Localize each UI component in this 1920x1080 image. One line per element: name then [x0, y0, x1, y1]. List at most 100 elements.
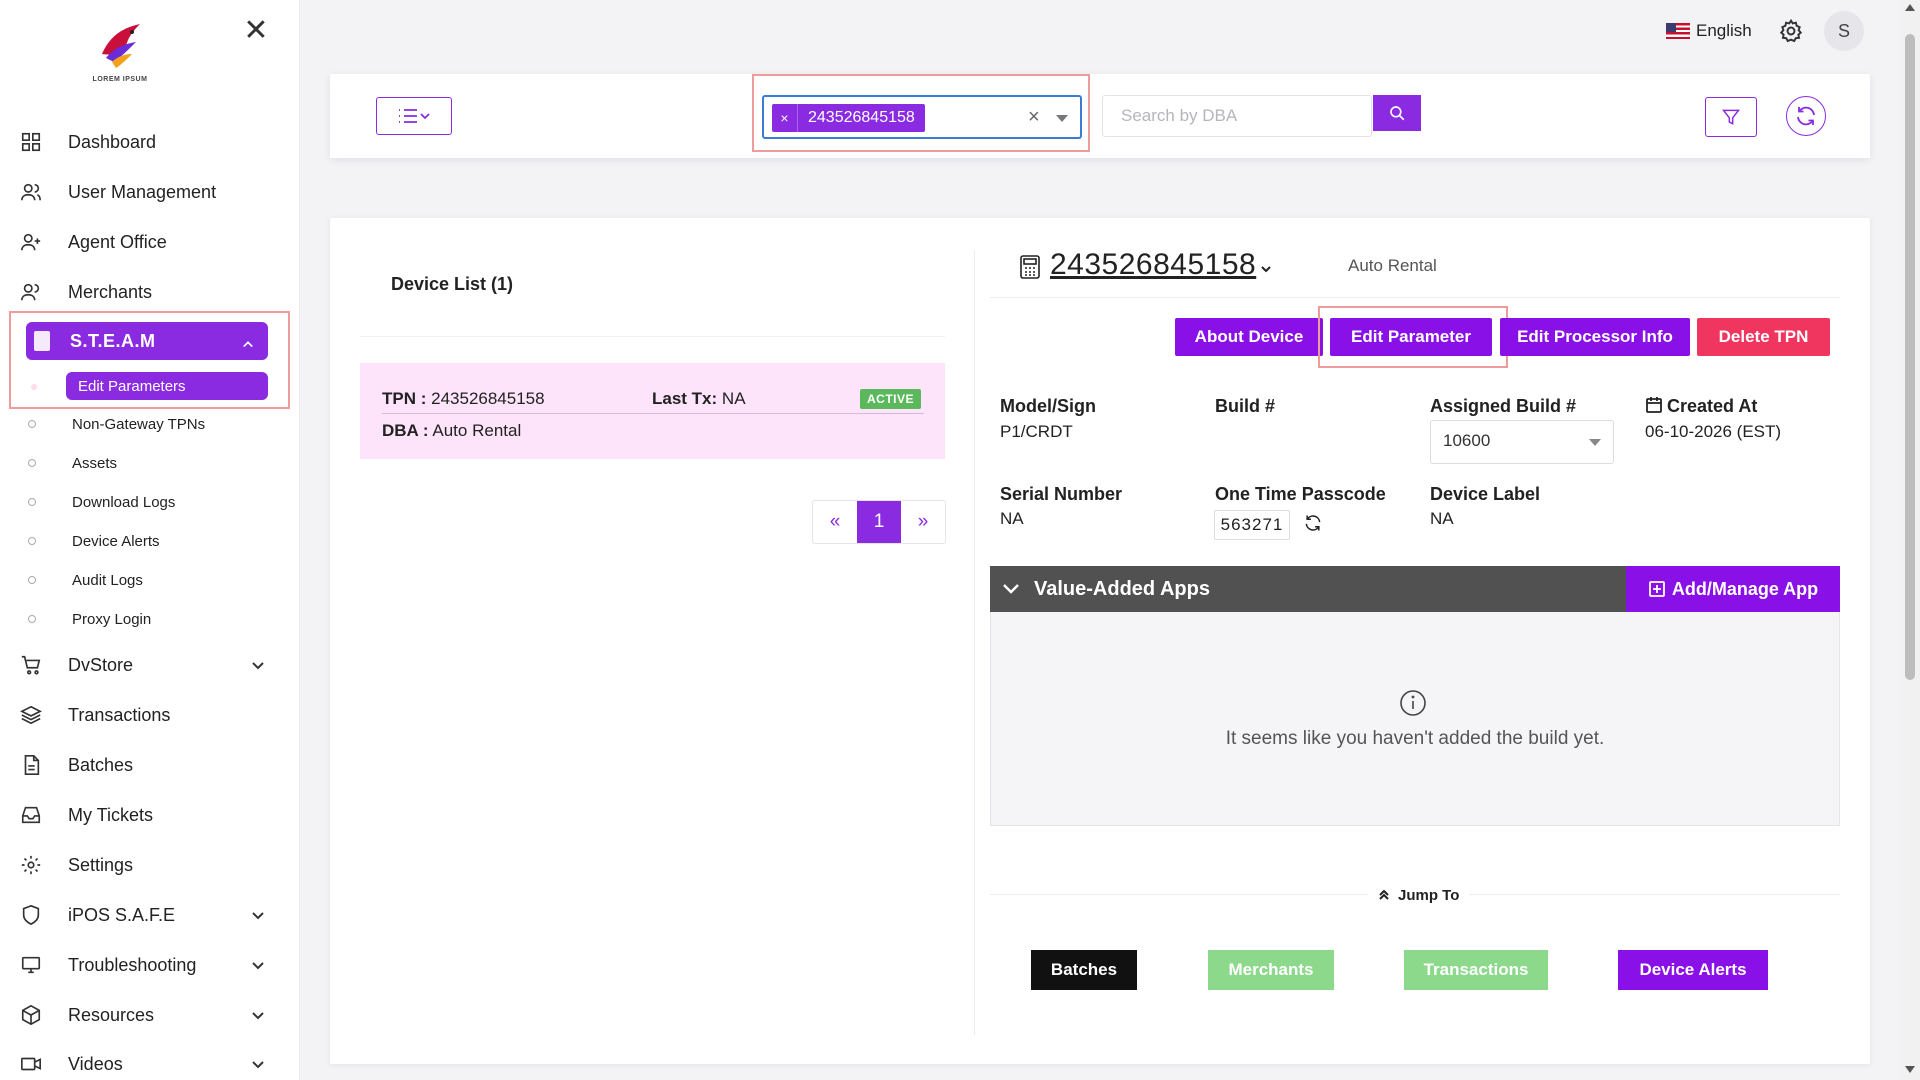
pagination-page-button[interactable]: 1: [857, 501, 901, 543]
jump-batches-button[interactable]: Batches: [1031, 950, 1137, 990]
filter-button[interactable]: [1705, 97, 1757, 137]
nav-label: S.T.E.A.M: [70, 330, 156, 351]
remove-chip-icon[interactable]: ×: [772, 104, 798, 132]
language-label: English: [1696, 21, 1752, 40]
info-icon: [1398, 688, 1428, 718]
nav-item-settings[interactable]: Settings: [20, 845, 275, 885]
edit-processor-info-button[interactable]: Edit Processor Info: [1500, 318, 1690, 356]
model-sign-value: P1/CRDT: [1000, 422, 1073, 441]
filter-icon: [1721, 109, 1741, 125]
nav-item-my-tickets[interactable]: My Tickets: [20, 795, 275, 835]
divider: [360, 336, 945, 337]
tpn-select[interactable]: × 243526845158 ×: [762, 95, 1082, 139]
device-list-item[interactable]: TPN : 243526845158 Last Tx: NA ACTIVE DB…: [360, 363, 945, 459]
sub-item-edit-parameters[interactable]: Edit Parameters: [66, 372, 268, 400]
nav-item-batches[interactable]: Batches: [20, 745, 275, 785]
nav-item-videos[interactable]: Videos: [20, 1044, 275, 1080]
dba-search-input[interactable]: [1102, 95, 1372, 137]
calculator-device-icon: [1018, 254, 1042, 280]
sub-item-device-alerts[interactable]: Device Alerts: [28, 527, 268, 555]
dba-label: DBA :: [382, 421, 429, 440]
dba-search-button[interactable]: [1373, 95, 1421, 131]
model-sign-label: Model/Sign: [1000, 396, 1096, 416]
clear-select-icon[interactable]: ×: [1028, 106, 1040, 129]
sub-item-label: Proxy Login: [72, 610, 152, 628]
search-toolbar: [330, 74, 1870, 158]
assigned-build-select[interactable]: 10600: [1430, 420, 1614, 464]
nav-item-merchants[interactable]: Merchants: [20, 272, 275, 312]
close-sidebar-button[interactable]: ✕: [240, 16, 272, 48]
video-icon: [20, 1053, 50, 1075]
nav-label: Dashboard: [68, 131, 157, 152]
sub-item-non-gateway-tpns[interactable]: Non-Gateway TPNs: [28, 410, 268, 438]
nav-item-user-management[interactable]: User Management: [20, 172, 275, 212]
nav-item-steam[interactable]: S.T.E.A.M: [26, 322, 268, 360]
status-badge: ACTIVE: [860, 389, 922, 409]
chevron-down-icon: [251, 1056, 265, 1070]
nav-label: iPOS S.A.F.E: [68, 904, 176, 925]
last-tx-value: NA: [721, 389, 746, 408]
sub-item-proxy-login[interactable]: Proxy Login: [28, 605, 268, 633]
pagination-next-button[interactable]: »: [901, 501, 945, 543]
language-selector[interactable]: English: [1666, 18, 1752, 44]
divider: [990, 297, 1840, 298]
inbox-icon: [20, 804, 50, 826]
plus-square-icon: [1648, 581, 1665, 597]
sub-item-download-logs[interactable]: Download Logs: [28, 488, 268, 516]
pagination-prev-button[interactable]: «: [813, 501, 857, 543]
nav-label: Settings: [68, 854, 134, 875]
device-dba-line: DBA : Auto Rental: [382, 421, 521, 441]
avatar[interactable]: S: [1824, 11, 1864, 51]
document-icon: [20, 754, 50, 776]
last-tx-label: Last Tx:: [652, 389, 718, 408]
nav-label: Resources: [68, 1004, 155, 1025]
nav-label: Troubleshooting: [68, 954, 197, 975]
delete-tpn-button[interactable]: Delete TPN: [1697, 318, 1830, 356]
sub-item-assets[interactable]: Assets: [28, 449, 268, 477]
sub-item-bullet: [28, 537, 36, 545]
scroll-down-arrow-icon[interactable]: [1905, 1066, 1915, 1073]
caret-down-icon[interactable]: [1056, 115, 1068, 122]
nav-label: Agent Office: [68, 231, 167, 252]
jump-device-alerts-button[interactable]: Device Alerts: [1618, 950, 1768, 990]
list-icon: [399, 109, 430, 123]
column-divider: [974, 250, 975, 1035]
caret-down-icon: [1589, 439, 1601, 446]
device-list-title: Device List (1): [391, 274, 514, 294]
device-tpn-title[interactable]: 243526845158: [1050, 248, 1256, 282]
created-at-label: Created At: [1667, 396, 1758, 416]
nav-item-dashboard[interactable]: Dashboard: [20, 122, 275, 162]
scroll-up-arrow-icon[interactable]: [1905, 4, 1915, 11]
tpn-value: 243526845158: [431, 389, 545, 408]
nav-item-ipos-safe[interactable]: iPOS S.A.F.E: [20, 895, 275, 935]
nav-item-dvstore[interactable]: DvStore: [20, 645, 275, 685]
nav-item-troubleshooting[interactable]: Troubleshooting: [20, 945, 275, 985]
chevron-down-icon[interactable]: [1260, 262, 1272, 274]
chevron-down-icon: [251, 657, 265, 671]
us-flag-icon: [1666, 23, 1690, 39]
monitor-icon: [20, 954, 50, 976]
add-manage-app-button[interactable]: Add/Manage App: [1626, 566, 1840, 612]
add-manage-app-label: Add/Manage App: [1671, 578, 1819, 599]
jump-transactions-button[interactable]: Transactions: [1404, 950, 1548, 990]
assigned-build-value: 10600: [1443, 431, 1491, 450]
nav-item-transactions[interactable]: Transactions: [20, 695, 275, 735]
scrollbar-thumb[interactable]: [1905, 34, 1915, 680]
sub-item-bullet: [31, 384, 37, 390]
settings-button[interactable]: [1778, 18, 1806, 46]
brand-logo[interactable]: LOREM IPSUM: [80, 10, 160, 90]
divider: [382, 413, 924, 414]
refresh-button[interactable]: [1786, 96, 1826, 136]
nav-item-agent-office[interactable]: Agent Office: [20, 222, 275, 262]
gear-icon: [1779, 18, 1803, 43]
list-view-menu-button[interactable]: [376, 97, 452, 135]
nav-label: My Tickets: [68, 804, 154, 825]
steam-icon: [34, 331, 50, 351]
about-device-button[interactable]: About Device: [1175, 318, 1323, 356]
build-label: Build #: [1215, 396, 1276, 416]
sub-item-audit-logs[interactable]: Audit Logs: [28, 566, 268, 594]
jump-merchants-button[interactable]: Merchants: [1208, 950, 1334, 990]
close-icon: ✕: [243, 14, 269, 47]
refresh-otp-button[interactable]: [1303, 513, 1325, 535]
nav-item-resources[interactable]: Resources: [20, 995, 275, 1035]
